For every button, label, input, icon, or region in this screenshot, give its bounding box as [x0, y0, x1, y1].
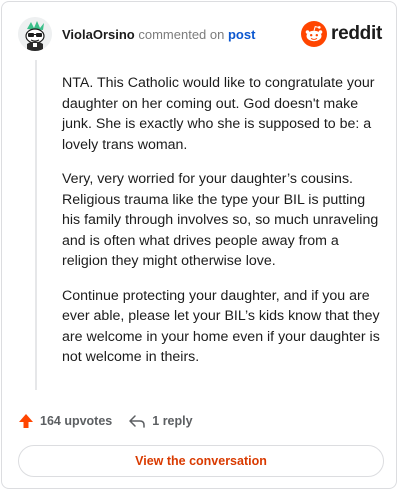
comment-actions: 164 upvotes 1 reply	[18, 410, 193, 432]
comment-body: NTA. This Catholic would like to congrat…	[62, 73, 380, 382]
avatar[interactable]	[18, 17, 52, 51]
comment-paragraph: NTA. This Catholic would like to congrat…	[62, 75, 375, 153]
snoo-avatar-icon	[18, 17, 52, 51]
reply-button[interactable]: 1 reply	[128, 413, 193, 429]
view-conversation-label: View the conversation	[135, 454, 267, 468]
view-conversation-button[interactable]: View the conversation	[18, 445, 384, 477]
reddit-snoo-icon	[301, 21, 328, 47]
reddit-wordmark: reddit	[331, 23, 382, 44]
comment-card: ViolaOrsino commented on post reddit NTA…	[1, 1, 397, 489]
upvote-button[interactable]: 164 upvotes	[18, 413, 112, 429]
username-link[interactable]: ViolaOrsino	[62, 27, 135, 42]
byline-verb: commented on	[138, 27, 225, 42]
upvote-count: 164 upvotes	[40, 414, 113, 428]
comment-header: ViolaOrsino commented on post reddit	[18, 17, 382, 51]
reply-count: 1 reply	[152, 414, 193, 428]
thread-line	[35, 60, 37, 390]
post-link[interactable]: post	[228, 27, 255, 42]
comment-paragraph: Very, very worried for your daughter’s c…	[62, 171, 379, 269]
comment-paragraph: Continue protecting your daughter, and i…	[62, 287, 380, 366]
reply-arrow-icon	[129, 415, 146, 428]
byline: ViolaOrsino commented on post	[62, 27, 255, 42]
upvote-arrow-icon	[19, 414, 33, 428]
reddit-logo[interactable]: reddit	[301, 21, 382, 47]
